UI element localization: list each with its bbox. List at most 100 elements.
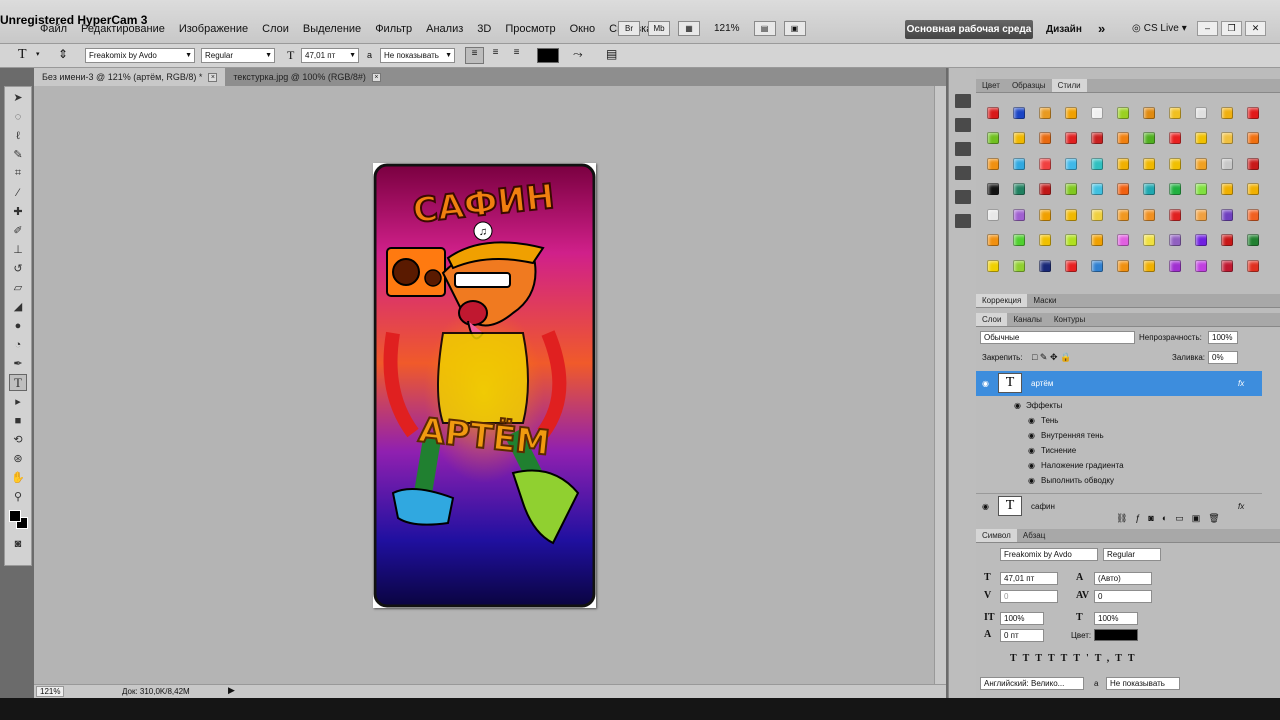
menu-layers[interactable]: Слои [262, 23, 289, 35]
bridge-button[interactable]: Br [618, 21, 640, 36]
style-swatch[interactable] [1188, 126, 1214, 152]
minibridge-button[interactable]: Mb [648, 21, 670, 36]
canvas[interactable]: САФИН ♫ АРТЁМ [373, 163, 596, 608]
tab-layers[interactable]: Слои [976, 313, 1008, 326]
style-swatch[interactable] [1188, 202, 1214, 228]
char-leading-input[interactable]: (Авто) [1094, 572, 1152, 585]
style-swatch[interactable] [1110, 126, 1136, 152]
brushes-panel-icon[interactable] [955, 166, 971, 180]
style-swatch[interactable] [980, 126, 1006, 152]
style-swatch[interactable] [1214, 177, 1240, 203]
tab-channels[interactable]: Каналы [1007, 313, 1047, 326]
style-swatch[interactable] [1032, 100, 1058, 126]
style-swatch[interactable] [1136, 253, 1162, 279]
style-swatch[interactable] [1136, 100, 1162, 126]
style-swatch[interactable] [1188, 151, 1214, 177]
tab-paths[interactable]: Контуры [1048, 313, 1091, 326]
style-swatch[interactable] [1214, 100, 1240, 126]
view-extras-button[interactable]: ▦ [678, 21, 700, 36]
style-swatch[interactable] [1136, 177, 1162, 203]
eye-icon[interactable]: ◉ [982, 376, 989, 391]
language-select[interactable]: Английский: Велико... [980, 677, 1084, 690]
history-brush-tool-icon[interactable]: ↺ [9, 260, 27, 277]
crop-tool-icon[interactable]: ⌗ [9, 165, 27, 182]
eye-icon[interactable]: ◉ [1028, 473, 1035, 488]
char-size-input[interactable]: 47,01 пт [1000, 572, 1058, 585]
style-swatch[interactable] [1084, 100, 1110, 126]
color-swatches[interactable] [8, 509, 30, 531]
style-swatch[interactable] [980, 253, 1006, 279]
style-swatch[interactable] [980, 202, 1006, 228]
3d-orbit-tool-icon[interactable]: ⊛ [9, 450, 27, 467]
3d-rotate-tool-icon[interactable]: ⟲ [9, 431, 27, 448]
fx-icon[interactable]: fx [1238, 499, 1244, 514]
eye-icon[interactable]: ◉ [1028, 443, 1035, 458]
tab-swatches[interactable]: Образцы [1006, 79, 1052, 92]
marquee-tool-icon[interactable]: ◌ [9, 108, 27, 125]
style-swatch[interactable] [1110, 202, 1136, 228]
align-center-icon[interactable]: ≡ [486, 47, 505, 64]
eye-icon[interactable]: ◉ [1028, 428, 1035, 443]
close-button[interactable]: ✕ [1245, 21, 1266, 36]
char-tracking-input[interactable]: 0 [1094, 590, 1152, 603]
effect-drop-shadow[interactable]: ◉ Тень [976, 413, 1262, 428]
style-swatch[interactable] [1006, 253, 1032, 279]
zoom-level[interactable]: 121% [714, 23, 740, 34]
style-swatch[interactable] [1006, 126, 1032, 152]
menu-view[interactable]: Просмотр [505, 23, 555, 35]
tab-adjustments[interactable]: Коррекция [976, 294, 1028, 307]
style-swatch[interactable] [1058, 202, 1084, 228]
style-swatch[interactable] [1084, 228, 1110, 254]
tab-texture[interactable]: текстурка.jpg @ 100% (RGB/8#) × [225, 68, 389, 86]
tab-styles[interactable]: Стили [1051, 79, 1087, 92]
style-swatch[interactable] [1032, 253, 1058, 279]
text-color-swatch[interactable] [537, 48, 559, 63]
tab-masks[interactable]: Маски [1027, 294, 1062, 307]
effect-inner-shadow[interactable]: ◉ Внутренняя тень [976, 428, 1262, 443]
style-swatch[interactable] [1136, 228, 1162, 254]
lock-icons[interactable]: □ ✎ ✥ 🔒 [1032, 352, 1071, 363]
style-swatch[interactable] [1084, 126, 1110, 152]
arrange-button[interactable]: ▤ [753, 21, 776, 36]
style-swatch[interactable] [1032, 151, 1058, 177]
menu-image[interactable]: Изображение [179, 23, 248, 35]
type-tool-preset-icon[interactable]: T [18, 47, 27, 63]
tool-presets-panel-icon[interactable] [955, 214, 971, 228]
status-zoom[interactable]: 121% [36, 686, 65, 697]
tab-untitled-3[interactable]: Без имени-3 @ 121% (артём, RGB/8) * × [34, 68, 226, 86]
style-swatch[interactable] [1084, 177, 1110, 203]
style-swatch[interactable] [1032, 228, 1058, 254]
eye-icon[interactable]: ◉ [982, 499, 989, 514]
style-swatch[interactable] [1240, 253, 1266, 279]
hand-tool-icon[interactable]: ✋ [9, 469, 27, 486]
style-swatch[interactable] [980, 100, 1006, 126]
menu-filter[interactable]: Фильтр [375, 23, 412, 35]
menu-window[interactable]: Окно [570, 23, 596, 35]
close-icon[interactable]: × [371, 72, 381, 82]
style-swatch[interactable] [1136, 151, 1162, 177]
char-hscale-input[interactable]: 100% [1094, 612, 1138, 625]
effect-bevel[interactable]: ◉ Тиснение [976, 443, 1262, 458]
chevron-down-icon[interactable]: ▾ [36, 50, 40, 58]
char-antialias-select[interactable]: Не показывать [1106, 677, 1180, 690]
style-swatch[interactable] [980, 228, 1006, 254]
fill-input[interactable]: 0% [1208, 351, 1238, 364]
layer-row-artem[interactable]: ◉ T артём fx [976, 371, 1262, 396]
foreground-color[interactable] [9, 510, 21, 522]
style-swatch[interactable] [1058, 100, 1084, 126]
quick-mask-icon[interactable]: ◙ [9, 535, 27, 552]
style-swatch[interactable] [1110, 177, 1136, 203]
eraser-tool-icon[interactable]: ▱ [9, 279, 27, 296]
quick-select-tool-icon[interactable]: ✎ [9, 146, 27, 163]
style-swatch[interactable] [1032, 202, 1058, 228]
style-swatch[interactable] [1006, 100, 1032, 126]
eye-icon[interactable]: ◉ [1028, 458, 1035, 473]
brush-tool-icon[interactable]: ✐ [9, 222, 27, 239]
character-panel-toggle-icon[interactable]: ▤ [606, 47, 617, 61]
style-swatch[interactable] [1032, 177, 1058, 203]
eye-icon[interactable]: ◉ [1028, 413, 1035, 428]
style-swatch[interactable] [1214, 228, 1240, 254]
style-swatch[interactable] [1240, 228, 1266, 254]
style-swatch[interactable] [1162, 253, 1188, 279]
pen-tool-icon[interactable]: ✒ [9, 355, 27, 372]
